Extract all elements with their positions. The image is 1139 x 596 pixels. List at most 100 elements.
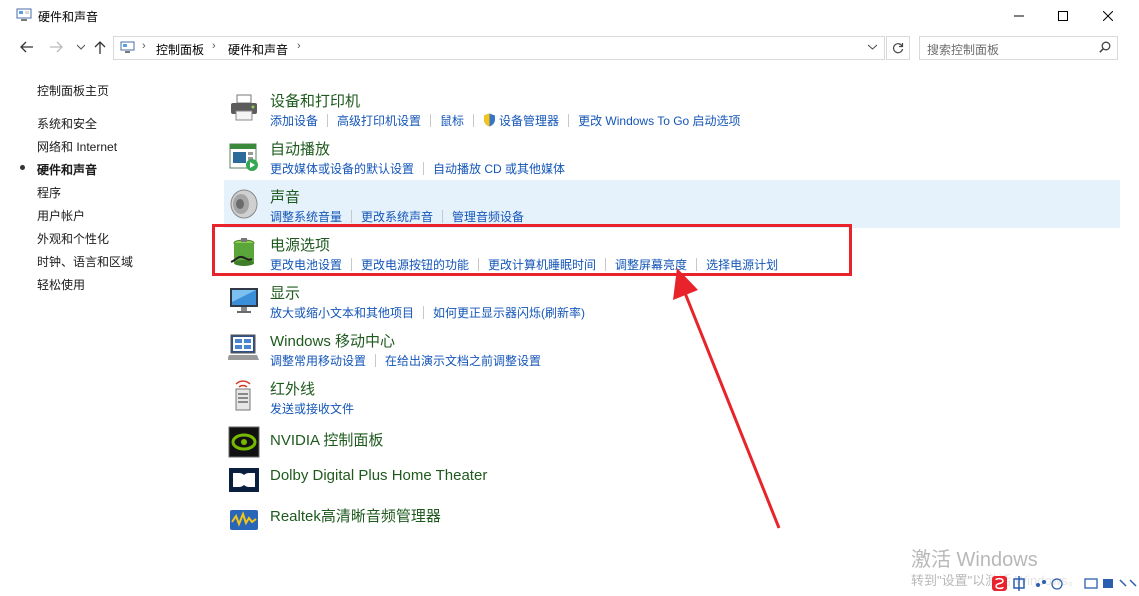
monitor-icon [230,288,258,313]
minimize-icon [1014,15,1024,16]
category-title[interactable]: 设备和打印机 [270,90,360,111]
back-button[interactable] [18,38,36,56]
breadcrumb-hardware-sound[interactable]: 硬件和声音 [228,41,288,58]
chevron-down-icon [77,44,85,50]
sidebar-item-clock-region[interactable]: 时钟、语言和区域 [37,253,133,270]
up-button[interactable] [91,38,109,56]
realtek-icon [230,510,258,530]
close-button[interactable] [1085,0,1131,31]
category-infrared: 红外线 发送或接收文件 [224,372,1120,420]
divider [375,354,377,367]
sidebar-item-appearance[interactable]: 外观和个性化 [37,230,109,247]
category-links: 调整常用移动设置 在给出演示文档之前调整设置 [270,352,541,369]
link-text-size[interactable]: 放大或缩小文本和其他项目 [270,306,414,320]
forward-button[interactable] [47,38,65,56]
arrow-left-icon [20,41,33,53]
category-autoplay: 自动播放 更改媒体或设备的默认设置 自动播放 CD 或其他媒体 [224,132,1120,180]
category-links: 添加设备 高级打印机设置 鼠标 设备管理器 更改 Windows To Go 启动选项 [270,112,741,129]
minimize-button[interactable] [996,0,1042,31]
sidebar-item-home[interactable]: 控制面板主页 [37,82,109,99]
category-links: 放大或缩小文本和其他项目 如何更正显示器闪烁(刷新率) [270,304,585,321]
category-title[interactable]: 自动播放 [270,138,330,159]
printer-icon [231,94,257,121]
infrared-icon [235,380,251,411]
link-autoplay-cd[interactable]: 自动播放 CD 或其他媒体 [433,162,565,176]
control-panel-icon [16,8,32,21]
breadcrumb-separator-icon[interactable]: › [142,40,146,52]
nvidia-icon [228,426,260,458]
close-icon [1103,10,1113,21]
category-display: 显示 放大或缩小文本和其他项目 如何更正显示器闪烁(刷新率) [224,276,1120,324]
title-bar: 硬件和声音 [0,0,1139,31]
ime-toolbar[interactable] [990,574,1139,593]
link-presentation-settings[interactable]: 在给出演示文档之前调整设置 [385,354,541,368]
refresh-icon [892,43,904,54]
autoplay-icon [229,143,258,171]
active-bullet-icon [20,165,25,170]
link-windows-to-go[interactable]: 更改 Windows To Go 启动选项 [578,114,740,128]
divider [423,162,425,175]
category-sound: 声音 调整系统音量 更改系统声音 管理音频设备 [224,180,1120,228]
recent-locations-button[interactable] [72,38,90,56]
category-links: 调整系统音量 更改系统声音 管理音频设备 [270,208,524,225]
breadcrumb-separator-icon[interactable]: › [297,40,301,52]
dolby-icon [229,468,259,492]
link-advanced-printer[interactable]: 高级打印机设置 [337,114,421,128]
divider [473,114,475,127]
category-links: 更改媒体或设备的默认设置 自动播放 CD 或其他媒体 [270,160,565,177]
category-title[interactable]: NVIDIA 控制面板 [270,429,383,450]
activation-watermark-title: 激活 Windows [911,549,1038,571]
category-realtek: Realtek高清晰音频管理器 [224,494,1120,542]
sidebar-item-network[interactable]: 网络和 Internet [37,138,117,155]
link-mobility-settings[interactable]: 调整常用移动设置 [270,354,366,368]
category-title[interactable]: 声音 [270,186,300,207]
sidebar-item-hardware-sound[interactable]: 硬件和声音 [37,161,97,178]
search-icon[interactable] [1099,41,1111,53]
arrow-up-icon [94,40,106,54]
sidebar-item-user-accounts[interactable]: 用户帐户 [37,207,85,224]
link-add-device[interactable]: 添加设备 [270,114,318,128]
search-placeholder: 搜索控制面板 [927,43,1000,57]
breadcrumb-separator-icon[interactable]: › [212,40,216,52]
divider [351,210,353,223]
arrow-right-icon [50,41,63,53]
divider [430,114,432,127]
maximize-icon [1058,10,1068,21]
address-bar[interactable]: › 控制面板 › 硬件和声音 › [113,36,885,60]
sidebar-item-ease-of-access[interactable]: 轻松使用 [37,276,85,293]
category-title[interactable]: 显示 [270,282,300,303]
link-system-volume[interactable]: 调整系统音量 [270,210,342,224]
chevron-down-icon [867,44,877,50]
breadcrumb-control-panel[interactable]: 控制面板 [156,41,204,58]
category-mobility-center: Windows 移动中心 调整常用移动设置 在给出演示文档之前调整设置 [224,324,1120,372]
refresh-button[interactable] [886,36,910,60]
category-title[interactable]: Realtek高清晰音频管理器 [270,505,441,526]
annotation-highlight-box [212,224,852,276]
speaker-icon [230,189,258,219]
category-title[interactable]: Windows 移动中心 [270,330,395,351]
divider [327,114,329,127]
category-title[interactable]: Dolby Digital Plus Home Theater [270,467,487,484]
sidebar-item-programs[interactable]: 程序 [37,184,61,201]
category-links: 发送或接收文件 [270,400,354,417]
input-method-icon [990,574,1139,593]
mobility-center-icon [228,334,259,360]
control-panel-icon [120,41,135,53]
category-title[interactable]: 红外线 [270,378,315,399]
link-mouse[interactable]: 鼠标 [440,114,464,128]
link-refresh-rate[interactable]: 如何更正显示器闪烁(刷新率) [433,306,585,320]
address-history-button[interactable] [862,39,882,55]
link-device-manager[interactable]: 设备管理器 [499,114,559,128]
search-input[interactable]: 搜索控制面板 [919,36,1118,60]
sidebar-item-system-security[interactable]: 系统和安全 [37,115,97,132]
divider [423,306,425,319]
shield-icon [484,113,496,127]
maximize-button[interactable] [1040,0,1086,31]
window-title: 硬件和声音 [38,10,99,24]
link-send-receive-files[interactable]: 发送或接收文件 [270,402,354,416]
link-default-media[interactable]: 更改媒体或设备的默认设置 [270,162,414,176]
link-system-sounds[interactable]: 更改系统声音 [361,210,433,224]
category-devices-printers: 设备和打印机 添加设备 高级打印机设置 鼠标 设备管理器 更改 Windows To G… [224,84,1120,132]
divider [442,210,444,223]
link-audio-devices[interactable]: 管理音频设备 [452,210,524,224]
